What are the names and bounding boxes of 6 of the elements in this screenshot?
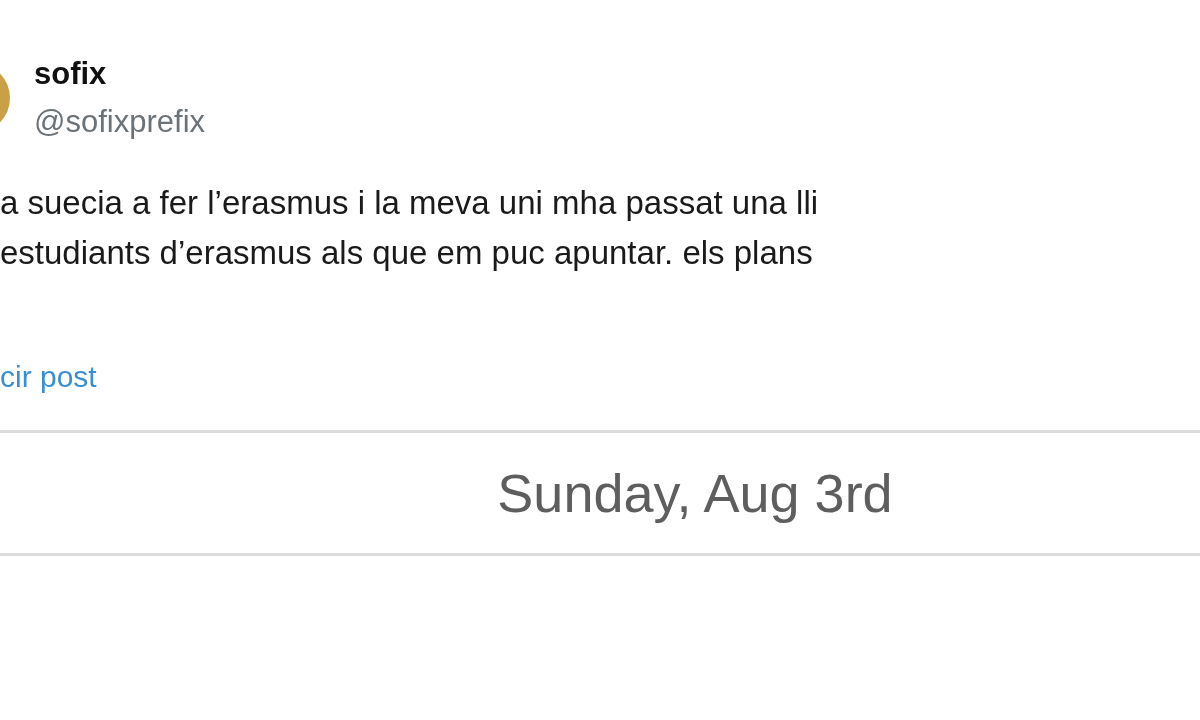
date-header: Sunday, Aug 3rd [497,462,893,524]
user-handle: @sofixprefix [34,104,205,140]
translate-post-link[interactable]: cir post [0,360,97,394]
post-text-line: a suecia a fer l’erasmus i la meva uni mha passat una lli [0,184,820,222]
post-text-line: estudiants d’erasmus als que em puc apuntar. els plans [0,234,814,272]
display-name: sofix [34,56,108,92]
